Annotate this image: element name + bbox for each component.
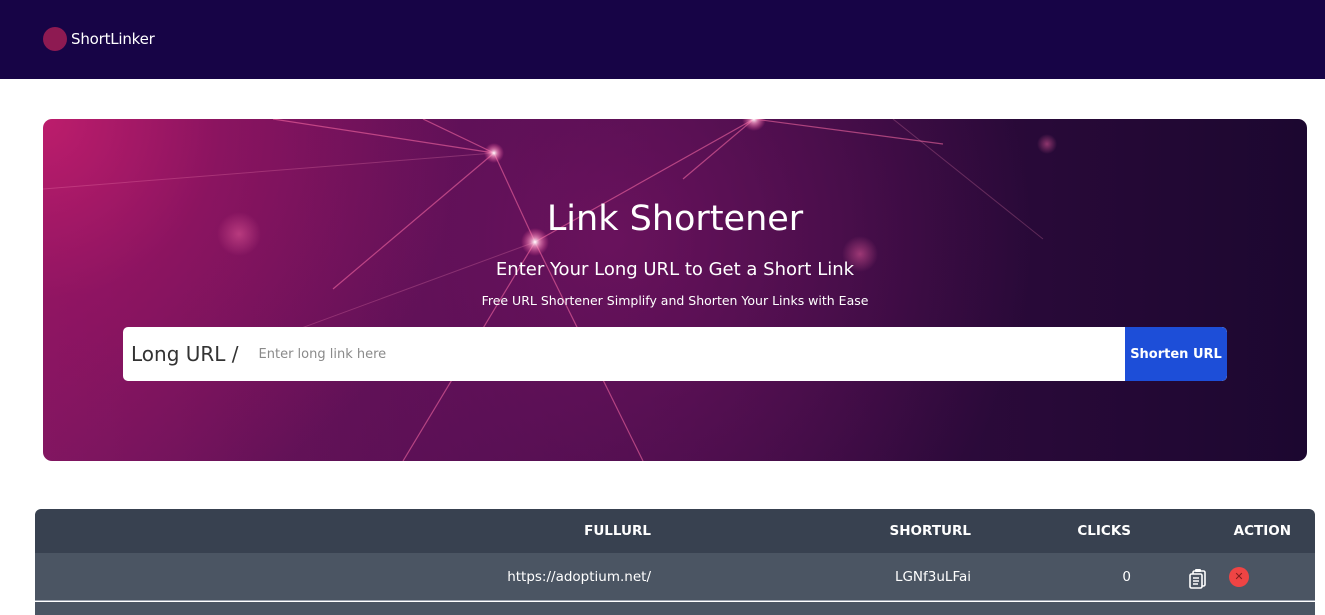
copy-icon[interactable] <box>1187 567 1209 589</box>
clicks-cell: 0 <box>1122 569 1131 585</box>
column-header-clicks: CLICKS <box>1077 523 1131 539</box>
shorten-form: Long URL / Shorten URL <box>123 327 1227 381</box>
hero-background-network <box>43 119 1057 461</box>
fullurl-cell[interactable]: https://adoptium.net/ <box>35 553 651 601</box>
hero-banner: Link Shortener Enter Your Long URL to Ge… <box>43 119 1307 461</box>
long-url-label: Long URL / <box>131 342 239 366</box>
column-header-shorturl: SHORTURL <box>889 523 971 539</box>
column-header-action: ACTION <box>1233 523 1291 539</box>
brand-name: ShortLinker <box>71 30 155 48</box>
delete-icon[interactable]: ✕ <box>1229 567 1249 587</box>
hero-tagline: Free URL Shortener Simplify and Shorten … <box>481 293 869 308</box>
brand-logo-icon <box>43 27 67 51</box>
shorturl-cell[interactable]: LGNf3uLFai <box>735 553 971 601</box>
shorten-url-button[interactable]: Shorten URL <box>1125 327 1227 381</box>
hero-title: Link Shortener <box>546 199 804 239</box>
navbar: ShortLinker <box>0 0 1325 79</box>
column-header-fullurl: FULLURL <box>584 523 651 539</box>
table-header: FULLURL SHORTURL CLICKS ACTION <box>35 509 1315 553</box>
brand-link[interactable]: ShortLinker <box>43 27 155 51</box>
table-row <box>35 602 1315 615</box>
long-url-input[interactable] <box>238 327 1125 381</box>
hero-subtitle: Enter Your Long URL to Get a Short Link <box>495 259 855 280</box>
table-row: https://adoptium.net/ LGNf3uLFai 0 ✕ <box>35 553 1315 601</box>
links-table: FULLURL SHORTURL CLICKS ACTION https://a… <box>35 509 1315 615</box>
